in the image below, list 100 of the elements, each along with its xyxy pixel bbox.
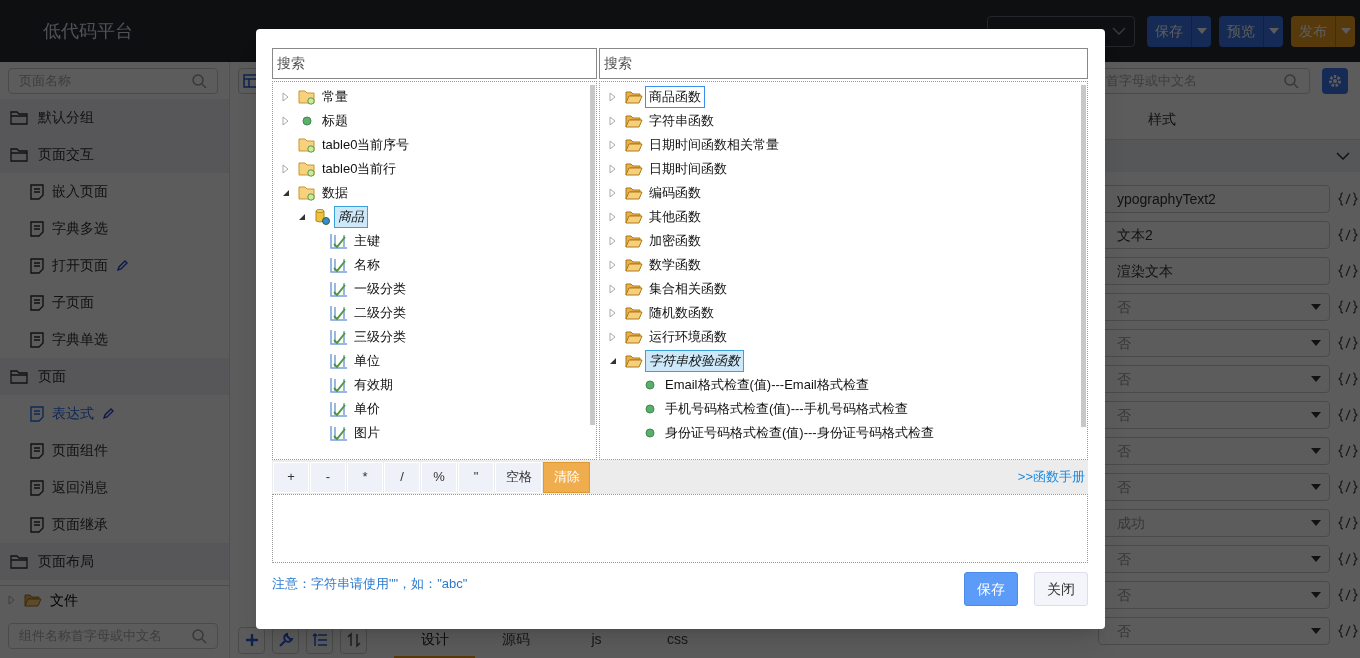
code-icon[interactable]: [1338, 372, 1358, 386]
dot-icon: [645, 404, 655, 414]
search-icon[interactable]: [1283, 72, 1299, 89]
tree-item[interactable]: 日期时间函数: [645, 158, 731, 180]
tree-item[interactable]: 身份证号码格式检查(值)---身份证号码格式检查: [661, 422, 938, 444]
code-icon[interactable]: [1338, 408, 1358, 422]
expand-arrow-icon[interactable]: [609, 284, 617, 294]
code-icon[interactable]: [1338, 444, 1358, 458]
tree-item[interactable]: 字符串校验函数: [645, 350, 744, 372]
code-icon[interactable]: [1338, 624, 1358, 638]
tree-item[interactable]: 运行环境函数: [645, 326, 731, 348]
code-icon[interactable]: [1338, 588, 1358, 602]
collapse-arrow-icon[interactable]: [282, 189, 290, 197]
document-icon: [30, 405, 44, 422]
chevron-down-icon[interactable]: [1336, 152, 1350, 160]
tree-item[interactable]: 名称: [350, 254, 384, 276]
collapse-arrow-icon[interactable]: [609, 357, 617, 365]
group-label: 页面布局: [38, 552, 94, 571]
folder-icon: [625, 210, 643, 224]
app-title: 低代码平台: [43, 19, 134, 43]
scrollbar[interactable]: [1081, 85, 1086, 427]
tree-item[interactable]: 随机数函数: [645, 302, 718, 324]
group-label: 默认分组: [38, 108, 94, 127]
tree-item[interactable]: 其他函数: [645, 206, 705, 228]
chevron-down-icon[interactable]: [1112, 27, 1126, 35]
expand-arrow-icon[interactable]: [609, 188, 617, 198]
dot-icon: [302, 116, 312, 126]
scrollbar[interactable]: [590, 85, 595, 425]
expand-arrow-icon[interactable]: [282, 92, 290, 102]
tree-item[interactable]: 主键: [350, 230, 384, 252]
tree-item[interactable]: 一级分类: [350, 278, 410, 300]
expression-input[interactable]: [272, 494, 1088, 563]
expand-arrow-icon[interactable]: [609, 212, 617, 222]
tree-item[interactable]: 商品: [334, 206, 368, 228]
code-icon[interactable]: [1338, 552, 1358, 566]
tree-item[interactable]: 数学函数: [645, 254, 705, 276]
pencil-icon[interactable]: [102, 407, 115, 420]
search-icon[interactable]: [191, 628, 207, 644]
expand-arrow-icon[interactable]: [609, 92, 617, 102]
caret-icon: [1311, 520, 1321, 526]
operator-button[interactable]: %: [421, 461, 457, 493]
expand-arrow-icon[interactable]: [282, 164, 290, 174]
tree-item[interactable]: 商品函数: [645, 86, 705, 108]
document-icon: [30, 442, 44, 459]
code-icon[interactable]: [1338, 300, 1358, 314]
expand-arrow-icon[interactable]: [609, 260, 617, 270]
operator-button[interactable]: ": [458, 461, 494, 493]
expand-arrow-icon[interactable]: [609, 116, 617, 126]
pencil-icon[interactable]: [116, 259, 129, 272]
expand-arrow-icon[interactable]: [609, 164, 617, 174]
expand-arrow-icon[interactable]: [282, 116, 290, 126]
column-icon: [330, 353, 348, 369]
tree-item[interactable]: table0当前行: [318, 158, 401, 180]
tree-item[interactable]: 字符串函数: [645, 110, 718, 132]
operator-button[interactable]: -: [310, 461, 346, 493]
search-field[interactable]: 搜索: [599, 48, 1088, 79]
close-button[interactable]: 关闭: [1034, 572, 1088, 606]
group-label: 页面交互: [38, 145, 94, 164]
tree-item[interactable]: 手机号码格式检查(值)---手机号码格式检查: [661, 398, 912, 420]
operator-button[interactable]: +: [273, 461, 309, 493]
tree-item[interactable]: Email格式检查(值)---Email格式检查: [661, 374, 873, 396]
tree-item[interactable]: 单位: [350, 350, 384, 372]
folder-icon: [625, 162, 643, 176]
operator-button[interactable]: 空格: [495, 461, 542, 493]
expand-arrow-icon[interactable]: [609, 236, 617, 246]
settings-button[interactable]: [1322, 67, 1348, 94]
caret-icon: [1311, 484, 1321, 490]
tree-item[interactable]: 集合相关函数: [645, 278, 731, 300]
tree-item[interactable]: 三级分类: [350, 326, 410, 348]
tree-item[interactable]: 二级分类: [350, 302, 410, 324]
operator-button[interactable]: *: [347, 461, 383, 493]
tree-item[interactable]: 有效期: [350, 374, 397, 396]
search-field[interactable]: 搜索: [272, 48, 597, 79]
tree-item[interactable]: 标题: [318, 110, 352, 132]
folder-icon: [625, 282, 643, 296]
document-icon: [30, 257, 44, 274]
code-icon[interactable]: [1338, 264, 1358, 278]
code-icon[interactable]: [1338, 192, 1358, 206]
folder-icon: [10, 147, 28, 162]
expand-arrow-icon[interactable]: [609, 308, 617, 318]
code-icon[interactable]: [1338, 336, 1358, 350]
tree-item[interactable]: 加密函数: [645, 230, 705, 252]
tree-item[interactable]: 常量: [318, 86, 352, 108]
expand-arrow-icon[interactable]: [609, 140, 617, 150]
tree-item[interactable]: 数据: [318, 182, 352, 204]
tree-item[interactable]: 日期时间函数相关常量: [645, 134, 783, 156]
expand-arrow-icon[interactable]: [8, 595, 16, 605]
code-icon[interactable]: [1338, 516, 1358, 530]
tree-item[interactable]: table0当前序号: [318, 134, 414, 156]
expand-arrow-icon[interactable]: [609, 332, 617, 342]
code-icon[interactable]: [1338, 480, 1358, 494]
tree-item[interactable]: 图片: [350, 422, 384, 444]
code-icon[interactable]: [1338, 228, 1358, 242]
document-icon: [30, 479, 44, 496]
collapse-arrow-icon[interactable]: [298, 213, 306, 221]
folder-icon: [24, 593, 42, 607]
operator-button[interactable]: /: [384, 461, 420, 493]
tree-item[interactable]: 单价: [350, 398, 384, 420]
tree-item[interactable]: 编码函数: [645, 182, 705, 204]
search-icon[interactable]: [191, 72, 207, 89]
